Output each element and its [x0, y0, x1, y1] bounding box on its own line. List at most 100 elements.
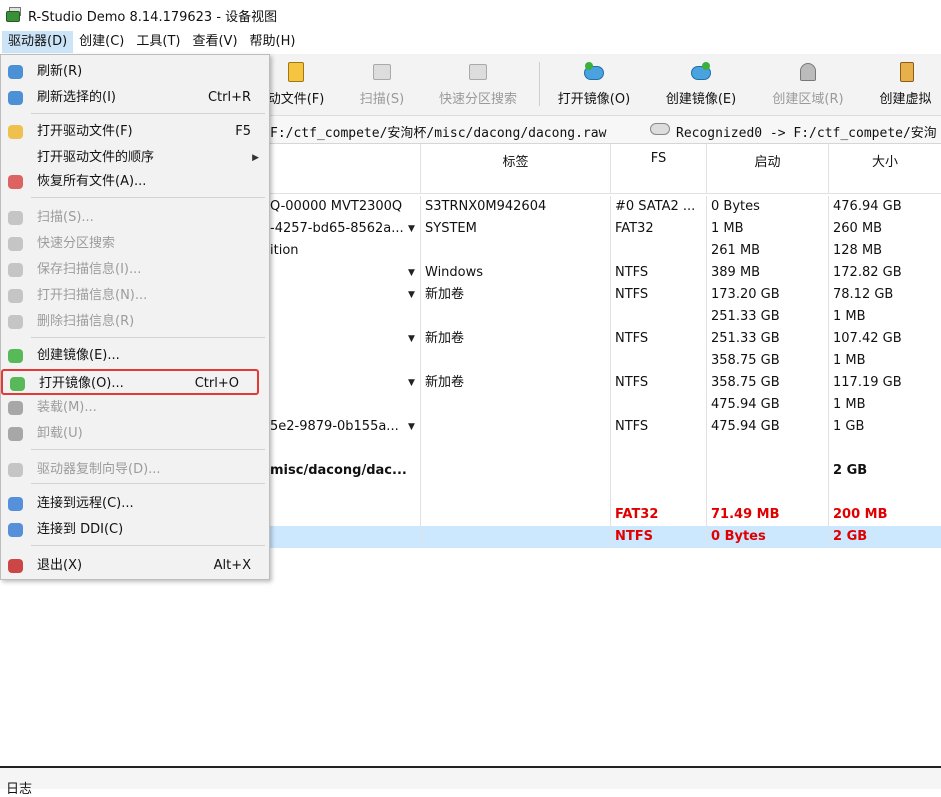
- menu-item-exit[interactable]: 退出(X) Alt+X: [1, 553, 269, 579]
- menu-item-label: 刷新选择的(I): [37, 90, 116, 105]
- menu-item-recover-all[interactable]: 恢复所有文件(A)...: [1, 169, 269, 195]
- menu-item-label: 打开驱动文件(F): [37, 124, 133, 139]
- cell-fs: FAT32: [610, 504, 706, 526]
- menu-tools[interactable]: 工具(T): [130, 31, 186, 53]
- menu-item-label: 快速分区搜索: [37, 236, 116, 251]
- unmount-icon: [7, 426, 25, 442]
- menu-item-shortcut: Alt+X: [213, 558, 251, 573]
- menu-item-connect-remote[interactable]: 连接到远程(C)...: [1, 491, 269, 517]
- menu-item-shortcut: F5: [235, 124, 251, 139]
- column-label-header[interactable]: 标签: [420, 144, 610, 194]
- menu-view[interactable]: 查看(V): [186, 31, 243, 53]
- cell-name: [270, 482, 420, 504]
- menu-item-open-drive-files[interactable]: 打开驱动文件(F) F5: [1, 119, 269, 145]
- menu-item-create-image[interactable]: 创建镜像(E)...: [1, 343, 269, 369]
- cell-fs: [610, 240, 706, 262]
- row-dropdown-icon[interactable]: ▼: [408, 328, 415, 350]
- mount-icon: [7, 400, 25, 416]
- cell-name: [270, 504, 420, 526]
- create-virtual-icon: [894, 60, 918, 84]
- create-image-icon: [7, 348, 25, 364]
- menu-item-open-scan[interactable]: 打开扫描信息(N)...: [1, 283, 269, 309]
- cell-label: [420, 482, 610, 504]
- menu-separator: [31, 337, 265, 338]
- cell-start: 71.49 MB: [706, 504, 828, 526]
- cell-label: [420, 394, 610, 416]
- menu-separator: [31, 545, 265, 546]
- cell-name: [270, 306, 420, 328]
- row-dropdown-icon[interactable]: ▼: [408, 284, 415, 306]
- delete-scan-icon: [7, 314, 25, 330]
- row-dropdown-icon[interactable]: ▼: [408, 218, 415, 240]
- menu-item-open-order[interactable]: 打开驱动文件的顺序 ▶: [1, 145, 269, 171]
- menu-item-save-scan[interactable]: 保存扫描信息(I)...: [1, 257, 269, 283]
- row-dropdown-icon[interactable]: ▼: [408, 416, 415, 438]
- menu-item-label: 打开扫描信息(N)...: [37, 288, 148, 303]
- cell-fs: NTFS: [610, 526, 706, 548]
- quick-partition-search-button[interactable]: 快速分区搜索: [430, 60, 526, 114]
- row-dropdown-icon[interactable]: ▼: [408, 262, 415, 284]
- cell-start: 0 Bytes: [706, 526, 828, 548]
- cell-name: 5e2-9879-0b155a...: [270, 419, 399, 434]
- cell-fs: NTFS: [610, 416, 706, 438]
- cell-name: [270, 526, 420, 548]
- menu-separator: [31, 449, 265, 450]
- cell-name: [270, 328, 420, 350]
- column-size-header[interactable]: 大小: [828, 144, 941, 194]
- create-image-button[interactable]: 创建镜像(E): [656, 60, 746, 114]
- menu-drive[interactable]: 驱动器(D): [2, 31, 74, 53]
- refresh-icon: [7, 64, 25, 80]
- connect-remote-icon: [7, 496, 25, 512]
- cell-size: 260 MB: [828, 218, 941, 240]
- column-start-header[interactable]: 启动: [706, 144, 828, 194]
- menu-item-refresh[interactable]: 刷新(R): [1, 59, 269, 85]
- log-panel: 日志: [0, 766, 941, 797]
- cell-label: 新加卷: [420, 372, 610, 394]
- copy-wizard-icon: [7, 462, 25, 478]
- row-dropdown-icon[interactable]: ▼: [408, 372, 415, 394]
- menu-item-scan[interactable]: 扫描(S)...: [1, 205, 269, 231]
- open-image-button[interactable]: 打开镜像(O): [550, 60, 638, 114]
- cell-fs: NTFS: [610, 372, 706, 394]
- cell-size: 117.19 GB: [828, 372, 941, 394]
- cell-label: [420, 526, 610, 548]
- cell-name: [270, 284, 420, 306]
- cell-fs: [610, 350, 706, 372]
- create-region-icon: [796, 60, 820, 84]
- menu-item-label: 保存扫描信息(I)...: [37, 262, 142, 277]
- menu-item-refresh-selected[interactable]: 刷新选择的(I) Ctrl+R: [1, 85, 269, 111]
- scan-icon: [7, 210, 25, 226]
- cell-size: 107.42 GB: [828, 328, 941, 350]
- menu-item-copy-wizard[interactable]: 驱动器复制向导(D)...: [1, 457, 269, 483]
- cell-size: 1 GB: [828, 416, 941, 438]
- create-region-button[interactable]: 创建区域(R): [764, 60, 852, 114]
- menu-help[interactable]: 帮助(H): [244, 31, 302, 53]
- menu-create[interactable]: 创建(C): [73, 31, 130, 53]
- cell-size: 78.12 GB: [828, 284, 941, 306]
- menu-item-label: 扫描(S)...: [37, 210, 94, 225]
- cell-label: [420, 460, 610, 482]
- cell-fs: [610, 394, 706, 416]
- menu-item-quick-search[interactable]: 快速分区搜索: [1, 231, 269, 257]
- menu-item-label: 创建镜像(E)...: [37, 348, 120, 363]
- scan-button[interactable]: 扫描(S): [350, 60, 414, 114]
- create-virtual-button[interactable]: 创建虚拟: [870, 60, 941, 114]
- menu-item-connect-ddi[interactable]: 连接到 DDI(C): [1, 517, 269, 543]
- open-image-icon: [9, 376, 27, 392]
- cell-fs: NTFS: [610, 284, 706, 306]
- cell-label: S3TRNX0M942604: [420, 196, 610, 218]
- cell-size: 2 GB: [828, 526, 941, 548]
- refresh-selected-icon: [7, 90, 25, 106]
- cell-fs: NTFS: [610, 262, 706, 284]
- cell-fs: #0 SATA2 ...: [610, 196, 706, 218]
- menu-item-delete-scan[interactable]: 删除扫描信息(R): [1, 309, 269, 335]
- cell-label: Windows: [420, 262, 610, 284]
- menu-item-open-image[interactable]: 打开镜像(O)... Ctrl+O: [1, 369, 259, 395]
- cell-start: 261 MB: [706, 240, 828, 262]
- column-fs-header[interactable]: FS: [610, 144, 706, 194]
- menu-item-mount[interactable]: 装载(M)...: [1, 395, 269, 421]
- cell-size: 476.94 GB: [828, 196, 941, 218]
- cell-start: 1 MB: [706, 218, 828, 240]
- menu-item-unmount[interactable]: 卸载(U): [1, 421, 269, 447]
- cell-start: 358.75 GB: [706, 372, 828, 394]
